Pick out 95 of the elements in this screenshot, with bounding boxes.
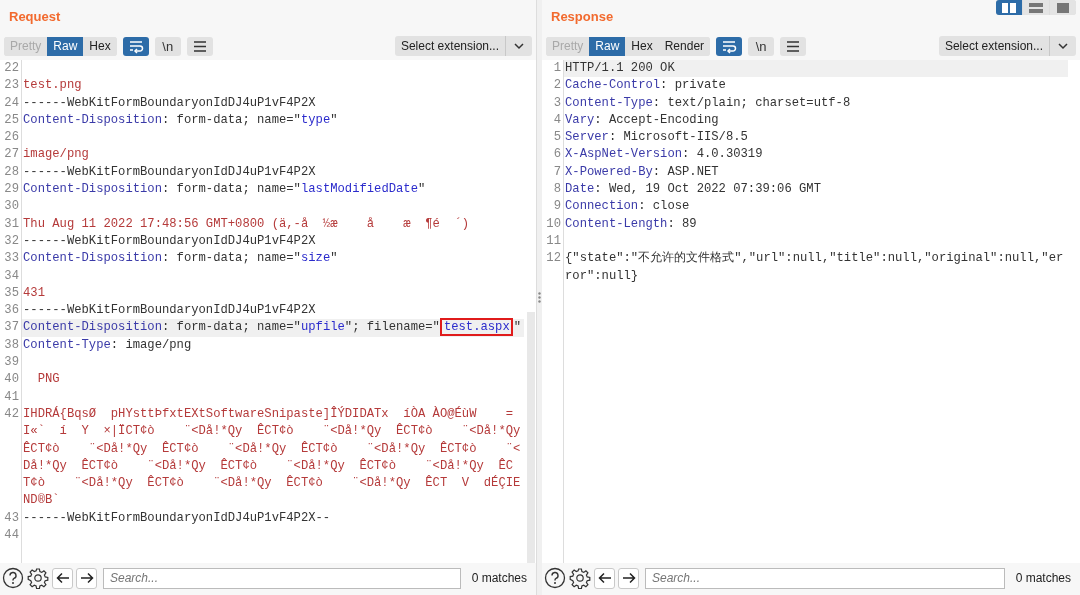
code-line: ------WebKitFormBoundaryonIdDJ4uP1vF4P2X (22, 302, 317, 320)
line-number: 11 (545, 232, 562, 250)
back-button[interactable] (594, 567, 615, 589)
layout-icon[interactable] (1000, 0, 1018, 15)
line-number: 37 (3, 319, 20, 337)
line-number: 34 (3, 267, 20, 285)
arrow-left-icon[interactable] (55, 572, 70, 584)
line-number: 38 (3, 336, 20, 354)
line-number: 1 (552, 60, 562, 77)
layout-icon[interactable] (1027, 0, 1045, 15)
code-line: Server: Microsoft-IIS/8.5 (564, 129, 749, 147)
code-line: ------WebKitFormBoundaryonIdDJ4uP1vF4P2X (22, 163, 317, 181)
code-line: Content-Disposition: form-data; name="size" (22, 250, 339, 268)
code-line: Date: Wed, 19 Oct 2022 07:39:06 GMT (564, 181, 822, 199)
line-number: 32 (3, 232, 20, 250)
forward-button[interactable] (618, 567, 639, 589)
help-icon[interactable] (2, 567, 24, 589)
line-number: 5 (552, 129, 562, 147)
code-line: X-Powered-By: ASP.NET (564, 163, 720, 181)
line-number: 30 (3, 198, 20, 216)
code-line: Content-Type: image/png (22, 336, 193, 354)
settings-icon[interactable] (27, 567, 49, 589)
code-line: Content-Type: text/plain; charset=utf-8 (564, 94, 852, 112)
line-number: 10 (545, 215, 562, 233)
columns-layout-icon[interactable] (996, 0, 1022, 15)
help-icon[interactable] (544, 567, 566, 589)
line-number: 33 (3, 250, 20, 268)
line-number: 8 (552, 181, 562, 199)
code-line: IHDRÁ{BqsØ pHYsttÞfxtEXtSoftwareSnipaste]ÎÝDIDATx íÒA ÀO@ÉùW =I«` í Y ×|ÏCT¢ò ¨<Då!*Qy ÊCT¢ò ¨<Då!*Qy ÊCT¢ò ¨<Då!*Qy ÊCT¢ò ¨<Då!*Qy ÊCT¢ò ¨<Då!*Qy ÊCT¢ò ¨<Då!*Qy ÊCT¢ò ¨<Då!*Qy ÊCT¢ò ¨<Då!*Qy ÊCT¢ò ¨<Då!*Qy ÊCT¢ò ¨<Då!*Qy ÊCT¢ò ¨<Då!*Qy ÊCT¢ò ¨<Då!*Qy ÊCT¢ò ¨<Då!*Qy ÊCT V dÉÇIEND®B` (22, 405, 522, 510)
code-line: ------WebKitFormBoundaryonIdDJ4uP1vF4P2X (22, 94, 317, 112)
line-number: 24 (3, 94, 20, 112)
code-line: image/png (22, 146, 90, 164)
code-line: ------WebKitFormBoundaryonIdDJ4uP1vF4P2X-- (22, 509, 332, 527)
caret-icon (513, 42, 525, 50)
line-number: 27 (3, 146, 20, 164)
code-line: X-AspNet-Version: 4.0.30319 (564, 146, 764, 164)
code-line: Cache-Control: private (564, 77, 727, 95)
line-number: 43 (3, 509, 20, 527)
line-number: 29 (3, 181, 20, 199)
line-number: 31 (3, 215, 20, 233)
line-number: 42 (3, 405, 20, 423)
line-number: 28 (3, 163, 20, 181)
line-number: 35 (3, 284, 20, 302)
pane-title: Request (9, 9, 61, 24)
view-tab[interactable]: Raw (589, 36, 626, 56)
code-line: test.png (22, 77, 83, 95)
rows-layout-icon[interactable] (1023, 0, 1049, 15)
code-line: Content-Disposition: form-data; name="type" (22, 111, 339, 129)
search-field[interactable]: Search... (103, 567, 461, 589)
arrow-left-icon[interactable] (597, 572, 612, 584)
line-number: 26 (3, 129, 20, 147)
pane-title: Response (551, 9, 614, 24)
line-number: 2 (552, 77, 562, 95)
line-number: 3 (552, 94, 562, 112)
arrow-right-icon[interactable] (79, 572, 94, 584)
code-line: Thu Aug 11 2022 17:48:56 GMT+0800 (ä,-å ½æ å æ ¶é ´) (22, 215, 471, 233)
match-count: 0 matches (470, 571, 528, 585)
code-line: Content-Disposition: form-data; name="lastModifiedDate" (22, 181, 427, 199)
extension-dropdown[interactable]: Select extension... (394, 36, 532, 56)
code-editor[interactable] (0, 60, 536, 563)
line-number: 44 (3, 527, 20, 544)
resize-handle[interactable] (538, 292, 541, 303)
line-number: 40 (3, 371, 20, 389)
line-number: 12 (545, 250, 562, 268)
code-line: PNG (36, 371, 61, 389)
line-number: 39 (3, 354, 20, 372)
newline-toggle-button[interactable]: \n (748, 36, 775, 56)
line-number: 6 (552, 146, 562, 164)
caret-icon (1057, 42, 1069, 50)
code-line: Connection: close (564, 198, 691, 216)
line-number: 36 (3, 302, 20, 320)
line-number: 7 (552, 163, 562, 181)
line-number: 23 (3, 77, 20, 95)
line-number: 25 (3, 111, 20, 129)
line-number: 9 (552, 198, 562, 216)
back-button[interactable] (52, 567, 73, 589)
code-line: Vary: Accept-Encoding (564, 111, 720, 129)
extension-dropdown[interactable]: Select extension... (938, 36, 1076, 56)
line-number: 22 (3, 60, 20, 77)
forward-button[interactable] (76, 567, 97, 589)
match-count: 0 matches (1014, 571, 1072, 585)
settings-icon[interactable] (569, 567, 591, 589)
search-field[interactable]: Search... (645, 567, 1005, 589)
newline-toggle-button[interactable]: \n (154, 36, 181, 56)
code-line: Content-Length: 89 (564, 215, 698, 233)
single-layout-icon[interactable] (1050, 0, 1076, 15)
code-line: 431 (22, 284, 46, 302)
view-tab[interactable]: Raw (47, 36, 84, 56)
code-line: {"state":"不允许的文件格式","url":null,"title":null,"original":null,"error":null} (564, 250, 1065, 285)
layout-icon[interactable] (1054, 0, 1072, 15)
line-number: 41 (3, 388, 20, 406)
code-line: ------WebKitFormBoundaryonIdDJ4uP1vF4P2X (22, 232, 317, 250)
scrollbar[interactable] (527, 312, 535, 563)
line-number: 4 (552, 111, 562, 129)
arrow-right-icon[interactable] (621, 572, 636, 584)
